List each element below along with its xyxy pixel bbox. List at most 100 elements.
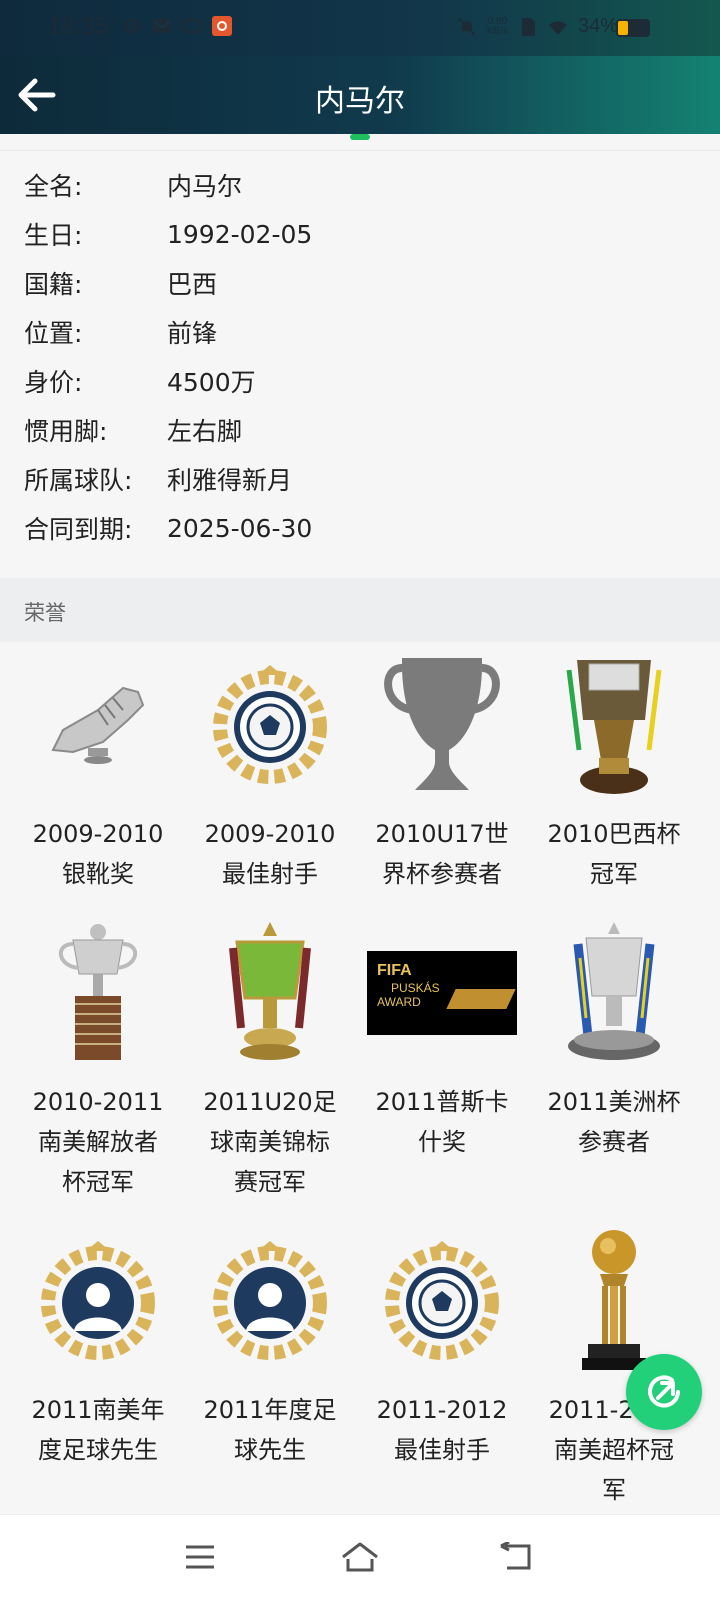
laurel-ball-icon [385,1241,499,1360]
status-left-icons [122,16,232,36]
honor-item[interactable]: 2011年度足 球先生 [184,1226,356,1470]
puskas-plaque [446,989,516,1009]
honor-caption: 银靴奖 [62,860,134,888]
honor-caption: 2011南美年 [31,1396,165,1424]
net-speed: 0.80 KB/s [486,15,508,37]
info-value: 1992-02-05 [167,219,313,249]
info-value: 左右脚 [167,417,243,446]
honor-caption: 球南美锦标 [210,1128,330,1156]
puskas-award-text: AWARD [377,995,421,1009]
honor-caption: 2009-2010 [32,820,164,848]
sim-icon [521,17,535,36]
home-icon [342,1542,378,1572]
honor-caption: 度足球先生 [38,1436,158,1464]
info-row: 位置: 前锋 [24,312,217,352]
message-icon [182,18,202,34]
honor-caption: 2011年度足 [203,1396,337,1424]
info-row: 国籍: 巴西 [24,263,217,303]
info-value: 2025-06-30 [167,513,313,543]
page-title: 内马尔 [315,84,405,119]
info-label: 全名: [24,172,83,201]
info-value: 利雅得新月 [167,466,293,495]
info-row: 合同到期: 2025-06-30 [24,508,312,548]
info-label: 惯用脚: [24,417,108,446]
honor-caption: 赛冠军 [234,1168,306,1196]
info-value: 巴西 [167,270,218,299]
honor-item[interactable]: 2010U17世 界杯参赛者 [356,650,528,894]
honor-caption: 2010U17世 [375,820,509,848]
puskas-fifa-text: FIFA [377,962,412,979]
honor-item[interactable]: 2010巴西杯 冠军 [528,650,700,894]
player-info: 全名: 内马尔 生日: 1992-02-05 国籍: 巴西 位置: 前锋 身价: 4500… [0,150,720,578]
honor-item[interactable]: 2011南美年 度足球先生 [12,1226,184,1470]
trophy-placeholder-icon [384,658,500,790]
honor-caption: 2010巴西杯 [547,820,681,848]
info-label: 生日: [24,221,83,250]
honors-section-header: 荣誉 [0,578,720,642]
share-icon [648,1375,680,1408]
honor-caption: 2009-2010 [204,820,336,848]
honor-caption: 2011-2012 [376,1396,508,1424]
honor-caption: 参赛者 [578,1128,650,1156]
info-value: 前锋 [167,319,218,348]
honor-caption: 2010-2011 [32,1088,164,1116]
honor-item[interactable]: FIFA PUSKÁS AWARD 2011普斯卡 什奖 [356,918,528,1162]
mute-icon [458,17,476,36]
info-label: 所属球队: [24,466,133,495]
nav-home-button[interactable] [336,1535,384,1579]
system-nav-bar [0,1514,720,1600]
mail-icon [153,19,171,33]
honors-title: 荣誉 [24,601,66,625]
app-bar: 内马尔 [0,56,720,134]
app-badge-icon [212,16,232,36]
battery-percent: 34% [577,15,618,37]
info-value: 内马尔 [167,172,243,201]
honor-caption: 杯冠军 [62,1168,134,1196]
nav-menu-button[interactable] [176,1535,224,1579]
honor-caption: 界杯参赛者 [382,860,502,888]
honor-caption: 最佳射手 [394,1436,490,1464]
info-row: 所属球队: 利雅得新月 [24,459,292,499]
honor-caption: 冠军 [590,860,638,888]
u20-trophy-icon [229,922,311,1060]
info-row: 全名: 内马尔 [24,165,242,205]
puskas-award-icon: FIFA PUSKÁS AWARD [367,951,517,1035]
honor-caption: 什奖 [418,1128,466,1156]
info-row: 生日: 1992-02-05 [24,214,312,254]
info-row: 惯用脚: 左右脚 [24,410,242,450]
battery-icon [616,19,650,37]
honor-item[interactable]: 2009-2010 最佳射手 [184,650,356,894]
gear-icon [124,18,140,34]
share-button[interactable] [626,1354,702,1430]
honor-caption: 南美解放者 [38,1128,158,1156]
honor-caption: 2011普斯卡 [375,1088,509,1116]
info-row: 身价: 4500万 [24,361,256,401]
info-label: 国籍: [24,270,83,299]
laurel-person-icon [41,1241,155,1360]
info-label: 身价: [24,368,83,397]
honor-item[interactable]: 2009-2010 银靴奖 [12,650,184,894]
honor-item[interactable]: 2011U20足 球南美锦标赛冠军 [184,918,356,1202]
copa-america-trophy-icon [568,922,660,1060]
honor-item[interactable]: 2011美洲杯 参赛者 [528,918,700,1162]
status-bar: 18:35 0.80 KB/s 34% [0,0,720,56]
menu-icon [186,1545,214,1569]
honor-caption: 球先生 [234,1436,306,1464]
silver-boot-icon [51,686,145,764]
golden-ball-trophy-icon [582,1230,646,1370]
honor-item[interactable]: 2010-2011 南美解放者杯冠军 [12,918,184,1202]
laurel-person-icon [213,1241,327,1360]
honor-caption: 南美超杯冠 [554,1436,674,1464]
honor-item[interactable]: 2011-2012 最佳射手 [356,1226,528,1470]
honor-caption: 2011U20足 [203,1088,337,1116]
back-icon [500,1542,531,1570]
tab-indicator [350,134,370,140]
info-label: 合同到期: [24,515,133,544]
nav-back-button[interactable] [492,1535,540,1579]
wifi-icon [548,20,567,35]
honors-grid: 2009-2010 银靴奖 2009-2010 最佳射手 2010U17世 界杯参赛者… [0,642,720,1514]
laurel-ball-icon [213,665,327,784]
info-label: 位置: [24,319,83,348]
honor-caption: 军 [602,1476,626,1504]
info-value: 4500万 [167,368,256,397]
